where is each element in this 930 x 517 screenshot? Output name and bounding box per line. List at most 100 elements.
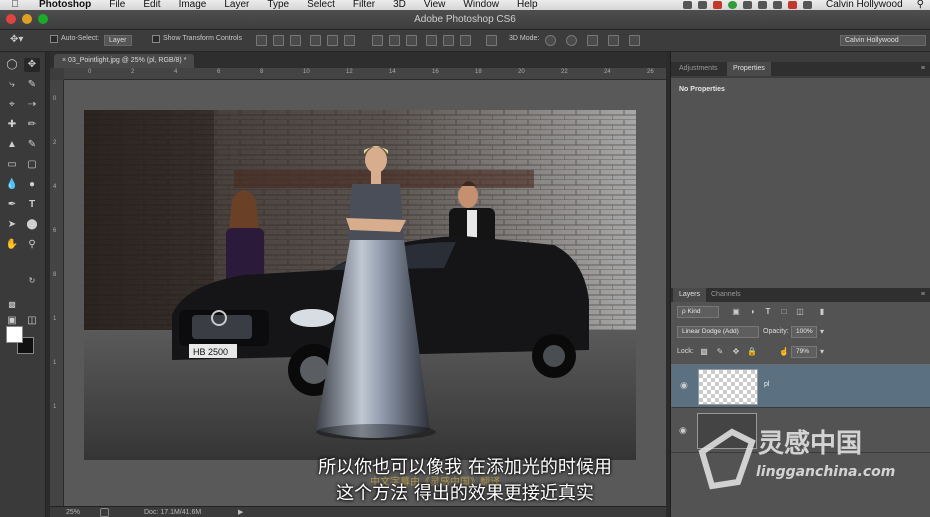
menu-type[interactable]: Type — [258, 0, 298, 10]
horizontal-ruler[interactable]: 0 2 4 6 8 10 12 14 16 18 20 22 24 26 — [64, 68, 666, 80]
status-share-icon[interactable] — [100, 508, 109, 517]
hand-tool-icon[interactable]: ✋ — [4, 238, 20, 252]
swap-colors-icon[interactable]: ↻ — [24, 274, 40, 288]
tab-properties[interactable]: Properties — [727, 62, 771, 76]
history-brush-tool-icon[interactable]: ✎ — [24, 138, 40, 152]
user-name[interactable]: Calvin Hollywood — [818, 0, 911, 10]
zoom-tool-icon[interactable]: ⚲ — [24, 238, 40, 252]
distribute-bottom-icon[interactable] — [406, 35, 417, 46]
lock-all-icon[interactable]: 🔒 — [747, 347, 757, 357]
menu-image[interactable]: Image — [170, 0, 216, 10]
blur-tool-icon[interactable]: 💧 — [4, 178, 20, 192]
menu-window[interactable]: Window — [454, 0, 508, 10]
tab-adjustments[interactable]: Adjustments — [673, 62, 724, 76]
lasso-tool-icon[interactable]: ⤷ — [4, 78, 20, 92]
3d-roll-icon[interactable] — [566, 35, 577, 46]
crop-tool-icon[interactable]: ⌖ — [4, 98, 20, 112]
time-machine-icon[interactable] — [757, 1, 767, 9]
menu-layer[interactable]: Layer — [215, 0, 258, 10]
document-tab[interactable]: × 03_Pointlight.jpg @ 25% (pl, RGB/8) * — [54, 54, 195, 68]
align-right-icon[interactable] — [344, 35, 355, 46]
close-tab-icon[interactable]: × — [62, 57, 66, 64]
3d-rotate-icon[interactable] — [545, 35, 556, 46]
blend-mode-select[interactable]: Linear Dodge (Add) — [677, 326, 759, 338]
eraser-tool-icon[interactable]: ▭ — [4, 158, 20, 172]
tray-icon[interactable] — [682, 1, 692, 9]
gradient-tool-icon[interactable]: ▢ — [24, 158, 40, 172]
default-colors-icon[interactable]: ▩ — [4, 298, 20, 312]
align-hcenter-icon[interactable] — [327, 35, 338, 46]
filter-adjustment-icon[interactable]: ◑ — [747, 307, 757, 317]
align-left-icon[interactable] — [310, 35, 321, 46]
filter-type-icon[interactable]: T — [763, 307, 773, 317]
tray-icon[interactable] — [712, 1, 722, 9]
volume-icon[interactable] — [802, 1, 812, 9]
shape-tool-icon[interactable]: ⬤ — [24, 218, 40, 232]
status-menu-arrow-icon[interactable]: ▶ — [238, 507, 243, 517]
tab-layers[interactable]: Layers — [673, 288, 707, 302]
filter-toggle-icon[interactable]: ▮ — [817, 307, 827, 317]
canvas-photo[interactable]: HB 2500 — [84, 110, 636, 460]
fill-dropdown-icon[interactable]: ▾ — [817, 347, 827, 357]
layer-row[interactable]: ◉ pl — [671, 364, 930, 408]
distribute-right-icon[interactable] — [460, 35, 471, 46]
3d-pan-icon[interactable] — [587, 35, 598, 46]
type-tool-icon[interactable]: T — [24, 198, 40, 212]
panel-menu-icon[interactable]: ≡ — [921, 288, 925, 302]
tray-icon[interactable] — [697, 1, 707, 9]
align-vcenter-icon[interactable] — [273, 35, 284, 46]
menu-help[interactable]: Help — [508, 0, 547, 10]
lock-pixels-icon[interactable]: ✎ — [715, 347, 725, 357]
align-top-icon[interactable] — [256, 35, 267, 46]
menu-view[interactable]: View — [415, 0, 455, 10]
screen-mode-icon[interactable]: ◫ — [24, 314, 40, 328]
move-tool-icon[interactable]: ✥ — [24, 58, 40, 72]
3d-slide-icon[interactable] — [608, 35, 619, 46]
auto-align-icon[interactable] — [486, 35, 497, 46]
3d-scale-icon[interactable] — [629, 35, 640, 46]
spotlight-icon[interactable]: ⚲ — [917, 0, 924, 10]
opacity-input[interactable]: 100% — [791, 326, 817, 338]
layer-name[interactable]: pl — [764, 381, 769, 389]
layer-thumbnail[interactable] — [698, 369, 758, 405]
bluetooth-icon[interactable] — [772, 1, 782, 9]
opacity-dropdown-icon[interactable]: ▾ — [817, 327, 827, 337]
foreground-color-swatch[interactable] — [6, 326, 23, 343]
clone-stamp-tool-icon[interactable]: ▲ — [4, 138, 20, 152]
flag-icon[interactable] — [787, 1, 797, 9]
distribute-hcenter-icon[interactable] — [443, 35, 454, 46]
ruler-origin[interactable] — [50, 68, 64, 80]
lock-position-icon[interactable]: ✥ — [731, 347, 741, 357]
dodge-tool-icon[interactable]: ● — [24, 178, 40, 192]
filter-smart-object-icon[interactable]: ◫ — [795, 307, 805, 317]
visibility-eye-icon[interactable]: ◉ — [680, 381, 688, 390]
auto-select-dropdown[interactable]: Layer — [104, 35, 132, 46]
brush-tool-icon[interactable]: ✏ — [24, 118, 40, 132]
menu-filter[interactable]: Filter — [344, 0, 384, 10]
quick-select-tool-icon[interactable]: ✎ — [24, 78, 40, 92]
fill-input[interactable]: 79% — [791, 346, 817, 358]
distribute-vcenter-icon[interactable] — [389, 35, 400, 46]
quick-mask-icon[interactable]: ▣ — [4, 314, 20, 328]
auto-select-checkbox[interactable] — [50, 35, 58, 43]
apple-menu-icon[interactable]:  — [0, 0, 30, 10]
wifi-icon[interactable] — [742, 1, 752, 9]
visibility-eye-icon[interactable]: ◉ — [679, 425, 687, 436]
filter-pixel-icon[interactable]: ▣ — [731, 307, 741, 317]
menu-select[interactable]: Select — [298, 0, 344, 10]
zoom-level[interactable]: 25% — [66, 507, 80, 517]
filter-shape-icon[interactable]: □ — [779, 307, 789, 317]
show-transform-checkbox[interactable] — [152, 35, 160, 43]
menu-3d[interactable]: 3D — [384, 0, 415, 10]
path-selection-tool-icon[interactable]: ➤ — [4, 218, 20, 232]
eyedropper-tool-icon[interactable]: ⇢ — [24, 98, 40, 112]
distribute-left-icon[interactable] — [426, 35, 437, 46]
menu-file[interactable]: File — [100, 0, 134, 10]
pen-tool-icon[interactable]: ✒ — [4, 198, 20, 212]
menu-photoshop[interactable]: Photoshop — [30, 0, 100, 10]
healing-brush-tool-icon[interactable]: ✚ — [4, 118, 20, 132]
tray-icon[interactable] — [727, 1, 737, 9]
workspace-switcher[interactable]: Calvin Hollywood — [840, 35, 926, 46]
menu-edit[interactable]: Edit — [134, 0, 169, 10]
lock-transparent-icon[interactable]: ▩ — [699, 347, 709, 357]
